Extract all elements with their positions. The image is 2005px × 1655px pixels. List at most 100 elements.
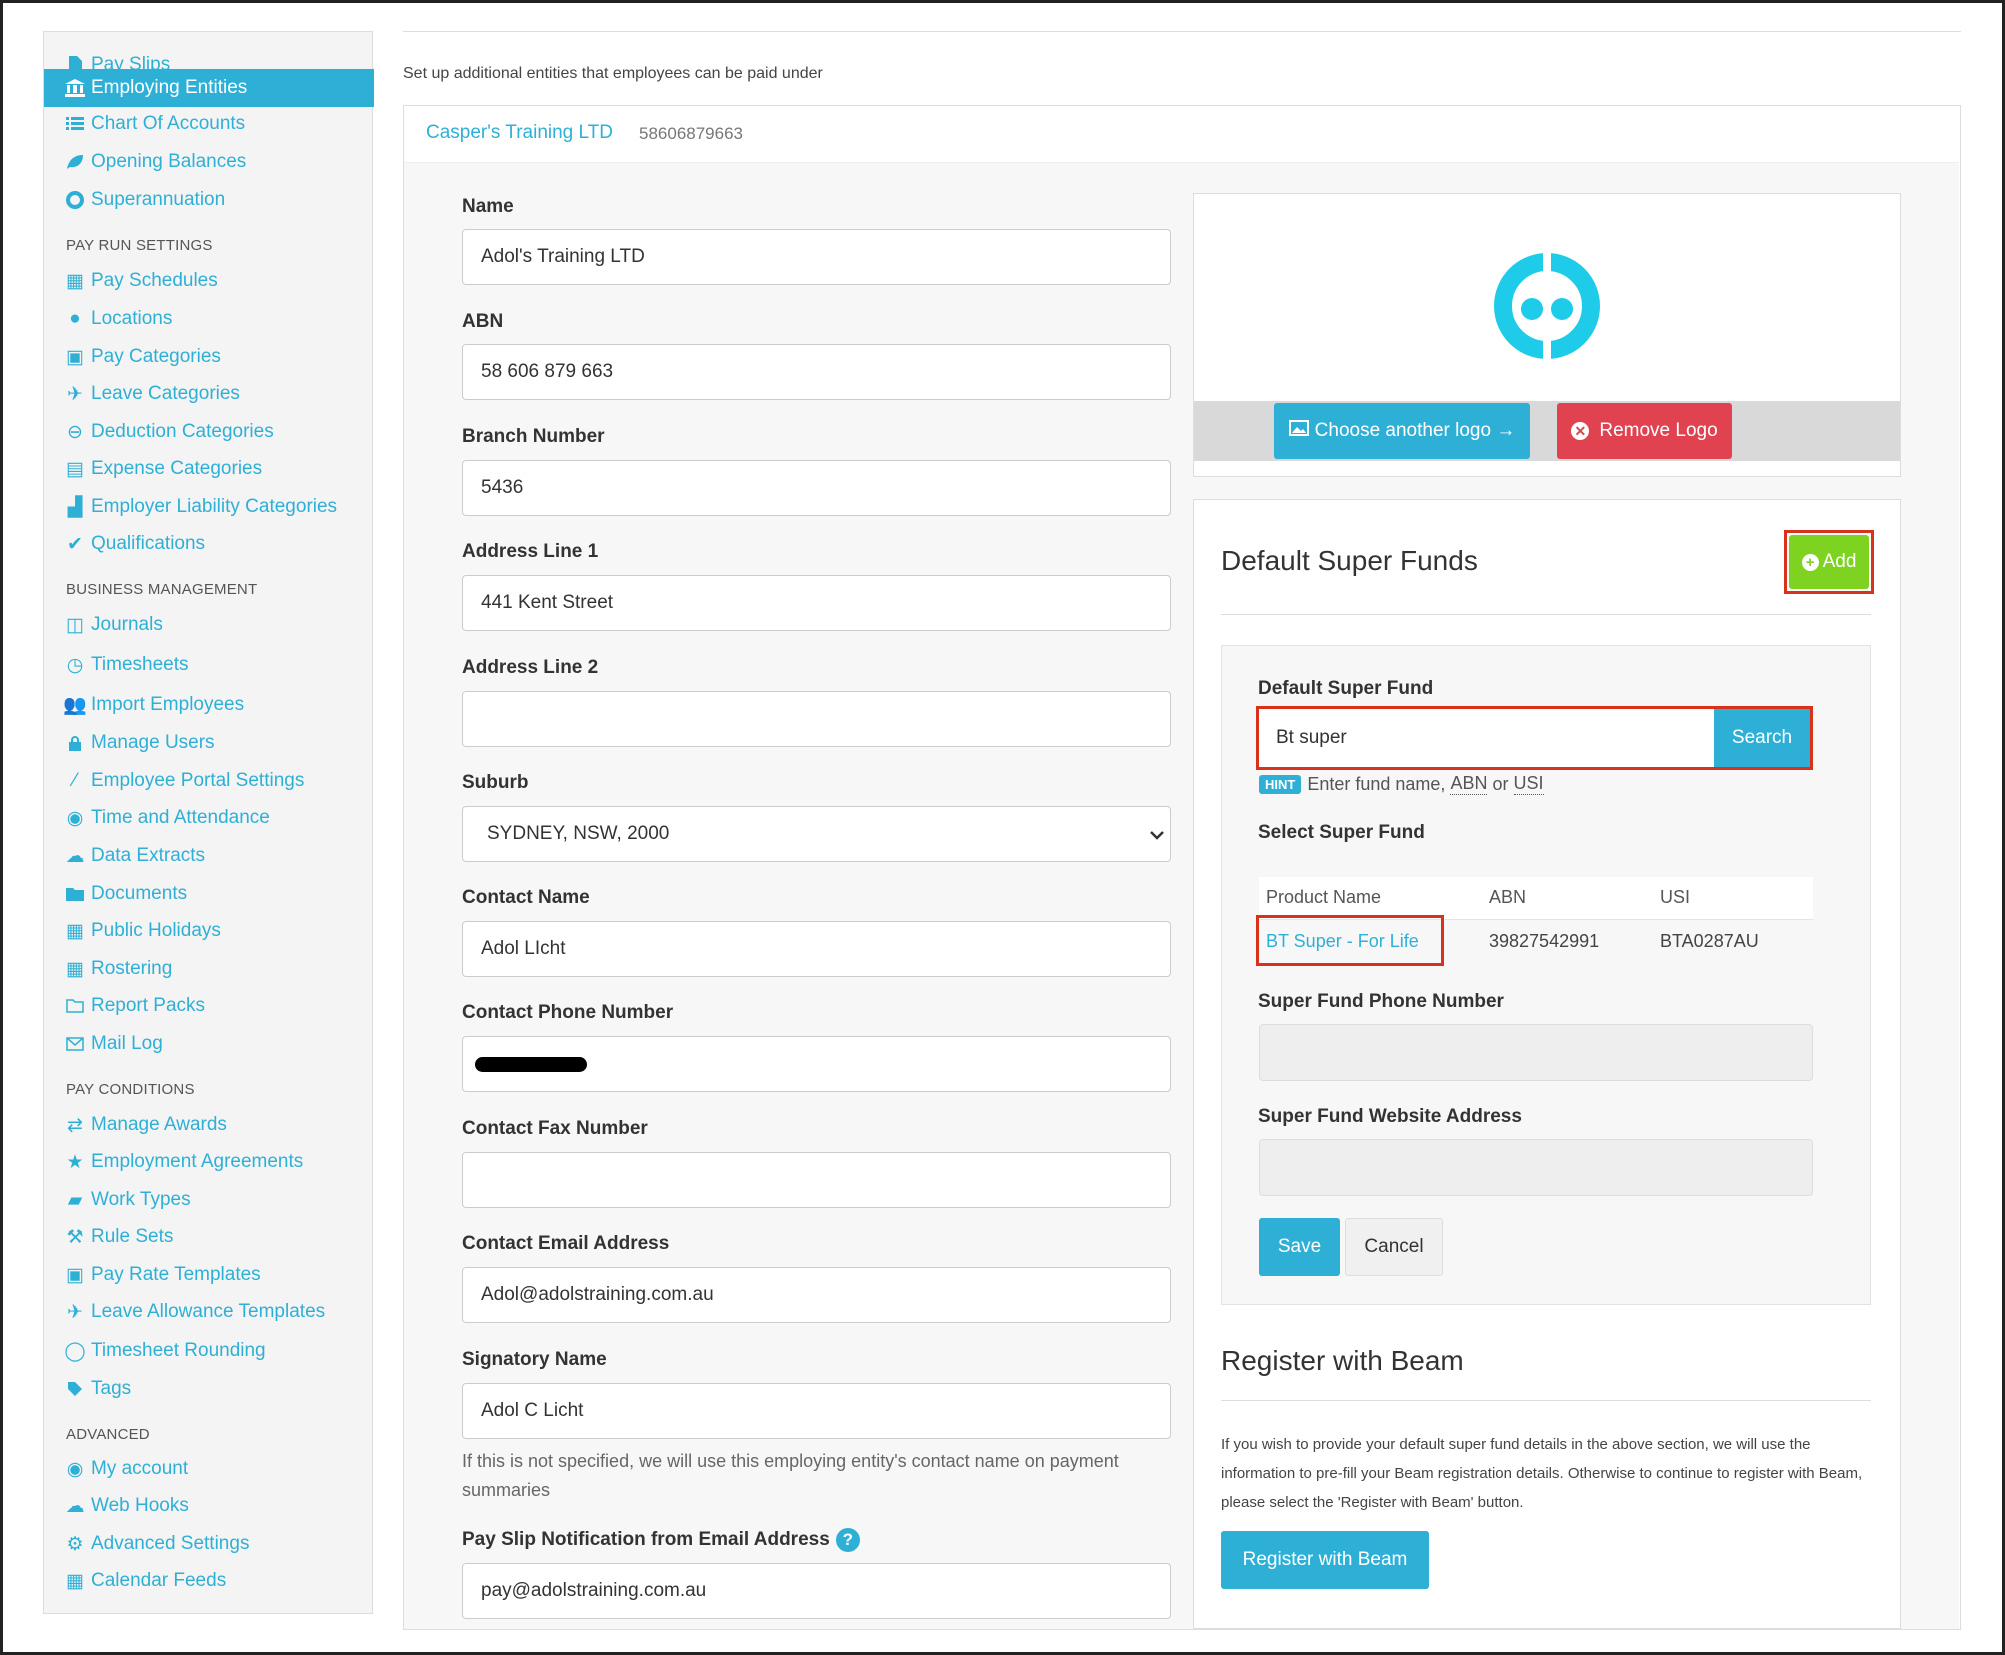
- tag-icon: [65, 1379, 85, 1399]
- sidebar-item-pay-categories[interactable]: ▣ Pay Categories: [44, 338, 374, 376]
- pay-conditions-heading: PAY CONDITIONS: [66, 1081, 195, 1098]
- sidebar-item-report-packs[interactable]: Report Packs: [44, 987, 374, 1025]
- sidebar-item-tags[interactable]: Tags: [44, 1370, 374, 1408]
- fund-website-field[interactable]: [1259, 1139, 1813, 1196]
- sidebar-item-label: Work Types: [91, 1189, 191, 1210]
- contact-name-field[interactable]: Adol LIcht: [462, 921, 1171, 977]
- branch-number-field[interactable]: 5436: [462, 460, 1171, 516]
- sidebar-item-rostering[interactable]: ▦ Rostering: [44, 950, 374, 988]
- address-line-1-field[interactable]: 441 Kent Street: [462, 575, 1171, 631]
- signatory-help-text: If this is not specified, we will use th…: [462, 1451, 1119, 1500]
- calendar-icon: ▦: [66, 920, 84, 942]
- fund-abn: 39827542991: [1489, 931, 1600, 951]
- sidebar-item-leave-allowance-templates[interactable]: ✈ Leave Allowance Templates: [44, 1293, 374, 1331]
- sidebar-item-label: Chart Of Accounts: [91, 113, 246, 134]
- choose-logo-button[interactable]: Choose another logo →: [1274, 403, 1530, 459]
- sidebar-item-timesheets[interactable]: ◷ Timesheets: [44, 646, 374, 684]
- contact-fax-field[interactable]: [462, 1152, 1171, 1208]
- sidebar-item-data-extracts[interactable]: ☁ Data Extracts: [44, 837, 374, 875]
- sidebar-item-documents[interactable]: Documents: [44, 875, 374, 913]
- industry-icon: ▟: [67, 496, 83, 518]
- cancel-button[interactable]: Cancel: [1345, 1218, 1443, 1276]
- contact-fax-label: Contact Fax Number: [462, 1118, 648, 1139]
- cloud-download-icon: ☁: [65, 845, 85, 867]
- name-label: Name: [462, 196, 514, 217]
- advanced-heading: ADVANCED: [66, 1426, 150, 1443]
- contact-name-label: Contact Name: [462, 887, 590, 908]
- sidebar-item-deduction-categories[interactable]: ⊖ Deduction Categories: [44, 413, 374, 451]
- remove-logo-button[interactable]: ✕ Remove Logo: [1557, 403, 1732, 459]
- register-beam-button[interactable]: Register with Beam: [1221, 1531, 1429, 1589]
- sidebar-item-calendar-feeds[interactable]: ▦ Calendar Feeds: [44, 1562, 374, 1600]
- name-field[interactable]: Adol's Training LTD: [462, 229, 1171, 285]
- sidebar-item-advanced-settings[interactable]: ⚙ Advanced Settings: [44, 1525, 374, 1563]
- sidebar-item-label: Superannuation: [91, 189, 226, 210]
- sidebar-item-employing-entities[interactable]: Employing Entities: [44, 69, 374, 107]
- sidebar-item-manage-users[interactable]: Manage Users: [44, 724, 374, 762]
- sidebar-item-manage-awards[interactable]: ⇄ Manage Awards: [44, 1106, 374, 1144]
- hint-badge: HINT: [1259, 774, 1302, 794]
- sidebar-item-leave-categories[interactable]: ✈ Leave Categories: [44, 375, 374, 413]
- sidebar-item-pay-rate-templates[interactable]: ▣ Pay Rate Templates: [44, 1256, 374, 1294]
- sidebar-item-label: Manage Users: [91, 732, 215, 753]
- entity-name-link[interactable]: Casper's Training LTD: [426, 122, 613, 144]
- super-funds-title: Default Super Funds: [1221, 545, 1478, 576]
- sidebar-item-import-employees[interactable]: 👥 Import Employees: [44, 686, 374, 724]
- envelope-icon: [65, 1034, 85, 1054]
- sidebar-item-employee-portal-settings[interactable]: ⁄ Employee Portal Settings: [44, 762, 374, 800]
- sidebar-item-label: Leave Allowance Templates: [91, 1301, 326, 1322]
- sidebar-item-mail-log[interactable]: Mail Log: [44, 1025, 374, 1063]
- sidebar-item-qualifications[interactable]: ✔ Qualifications: [44, 525, 374, 563]
- select-fund-label: Select Super Fund: [1258, 822, 1425, 843]
- sidebar-item-label: Deduction Categories: [91, 421, 274, 442]
- sidebar-item-opening-balances[interactable]: Opening Balances: [44, 143, 374, 181]
- fund-phone-field[interactable]: [1259, 1024, 1813, 1081]
- address-line-2-field[interactable]: [462, 691, 1171, 747]
- life-ring-icon: [65, 190, 85, 210]
- super-fund-search-input[interactable]: Bt super: [1259, 709, 1714, 767]
- calendar-icon: ▦: [66, 958, 84, 980]
- sidebar-item-locations[interactable]: ● Locations: [44, 300, 374, 338]
- close-circle-icon: ✕: [1571, 422, 1590, 440]
- sidebar-item-label: Timesheet Rounding: [91, 1340, 266, 1361]
- sidebar-item-label: Import Employees: [91, 694, 245, 715]
- sidebar-item-journals[interactable]: ◫ Journals: [44, 606, 374, 644]
- sidebar-item-work-types[interactable]: ▰ Work Types: [44, 1181, 374, 1219]
- contact-email-field[interactable]: Adol@adolstraining.com.au: [462, 1267, 1171, 1323]
- leaf-icon: [65, 152, 85, 172]
- save-button[interactable]: Save: [1259, 1218, 1340, 1276]
- sidebar-item-employment-agreements[interactable]: ★ Employment Agreements: [44, 1143, 374, 1181]
- user-circle-icon: ◉: [66, 807, 84, 829]
- chevron-down-icon: [1150, 825, 1164, 847]
- user-circle-icon: ◉: [66, 1458, 84, 1480]
- magic-icon: ⁄: [73, 770, 77, 791]
- sidebar-item-chart-of-accounts[interactable]: Chart Of Accounts: [44, 105, 374, 143]
- payslip-email-field[interactable]: pay@adolstraining.com.au: [462, 1563, 1171, 1619]
- suburb-select[interactable]: SYDNEY, NSW, 2000: [462, 806, 1171, 862]
- sidebar-item-time-and-attendance[interactable]: ◉ Time and Attendance: [44, 799, 374, 837]
- sidebar-item-label: Pay Rate Templates: [91, 1264, 261, 1285]
- sidebar-item-rule-sets[interactable]: ⚒ Rule Sets: [44, 1218, 374, 1256]
- sidebar-item-web-hooks[interactable]: ☁ Web Hooks: [44, 1487, 374, 1525]
- add-super-fund-button[interactable]: + Add: [1789, 535, 1869, 589]
- abn-field[interactable]: 58 606 879 663: [462, 344, 1171, 400]
- sidebar-item-employer-liability-categories[interactable]: ▟ Employer Liability Categories: [44, 488, 374, 526]
- check-icon: ✔: [67, 533, 83, 555]
- sidebar-item-label: Pay Schedules: [91, 270, 218, 291]
- column-header-abn: ABN: [1489, 887, 1527, 907]
- sidebar-item-my-account[interactable]: ◉ My account: [44, 1450, 374, 1488]
- sidebar-item-label: Employing Entities: [91, 77, 248, 98]
- contact-phone-field[interactable]: [462, 1036, 1171, 1092]
- page-intro: Set up additional entities that employee…: [403, 65, 823, 82]
- sidebar-item-superannuation[interactable]: Superannuation: [44, 181, 374, 219]
- fund-product-link[interactable]: BT Super - For Life: [1266, 931, 1419, 952]
- help-icon[interactable]: ?: [835, 1528, 860, 1552]
- search-button[interactable]: Search: [1714, 709, 1810, 767]
- sidebar-item-timesheet-rounding[interactable]: ◯ Timesheet Rounding: [44, 1332, 374, 1370]
- sidebar-item-pay-schedules[interactable]: ▦ Pay Schedules: [44, 262, 374, 300]
- signatory-name-field[interactable]: Adol C Licht: [462, 1383, 1171, 1439]
- sidebar-item-public-holidays[interactable]: ▦ Public Holidays: [44, 912, 374, 950]
- globe-icon: ●: [69, 308, 81, 329]
- sidebar-item-expense-categories[interactable]: ▤ Expense Categories: [44, 450, 374, 488]
- fund-usi: BTA0287AU: [1660, 931, 1759, 951]
